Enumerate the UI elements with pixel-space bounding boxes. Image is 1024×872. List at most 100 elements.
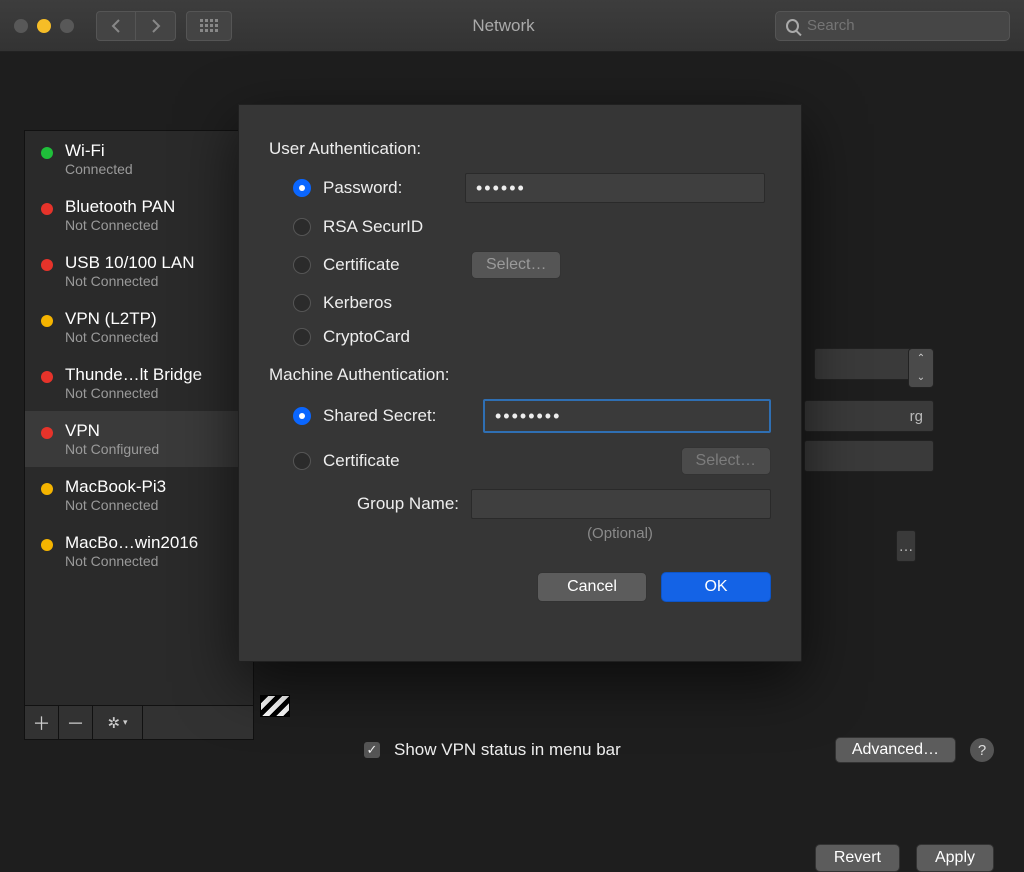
service-name: VPN (L2TP) — [65, 309, 158, 329]
ok-button[interactable]: OK — [661, 572, 771, 602]
service-name: Wi-Fi — [65, 141, 133, 161]
show-vpn-status-checkbox[interactable] — [364, 742, 380, 758]
show-vpn-status-label: Show VPN status in menu bar — [394, 740, 821, 760]
radio-machine-certificate[interactable] — [293, 452, 311, 470]
auth-settings-sheet: User Authentication: Password: RSA Secur… — [238, 104, 802, 662]
search-icon — [786, 19, 799, 33]
radio-password-label: Password: — [323, 178, 453, 198]
revert-button[interactable]: Revert — [815, 844, 900, 872]
radio-cert-row[interactable]: Certificate Select… — [293, 251, 771, 279]
status-dot — [41, 483, 53, 495]
lock-stripe-icon — [259, 690, 291, 722]
status-dot — [41, 147, 53, 159]
sidebar-item-macbook-pi3[interactable]: MacBook-Pi3Not Connected — [25, 467, 253, 523]
service-name: USB 10/100 LAN — [65, 253, 194, 273]
shared-secret-field[interactable] — [483, 399, 771, 433]
radio-shared-row[interactable]: Shared Secret: — [293, 399, 771, 433]
advanced-button[interactable]: Advanced… — [835, 737, 956, 763]
machine-cert-select-button[interactable]: Select… — [681, 447, 771, 475]
remove-service-button[interactable]: － — [59, 706, 93, 739]
bg-server-field[interactable]: rg — [804, 400, 934, 432]
titlebar: Network — [0, 0, 1024, 52]
radio-machine-certificate-label: Certificate — [323, 451, 663, 471]
back-button[interactable] — [96, 11, 136, 41]
radio-password-row[interactable]: Password: — [293, 173, 771, 203]
sidebar-footer: ＋ － ✲▾ — [25, 705, 253, 739]
bg-account-field[interactable] — [804, 440, 934, 472]
radio-kerberos-row[interactable]: Kerberos — [293, 293, 771, 313]
radio-shared-secret-label: Shared Secret: — [323, 406, 471, 426]
help-button[interactable]: ? — [970, 738, 994, 762]
gear-icon: ✲ — [107, 714, 120, 732]
nav-group — [96, 11, 176, 41]
bg-server-suffix: rg — [910, 408, 923, 425]
radio-machine-cert-row[interactable]: Certificate Select… — [293, 447, 771, 475]
radio-cryptocard-label: CryptoCard — [323, 327, 453, 347]
bg-stepper[interactable]: ⌃⌄ — [908, 348, 934, 388]
radio-password[interactable] — [293, 179, 311, 197]
status-dot — [41, 203, 53, 215]
service-status: Not Connected — [65, 273, 194, 289]
zoom-window-dot[interactable] — [60, 19, 74, 33]
group-name-row: Group Name: — [329, 489, 771, 519]
service-name: MacBook-Pi3 — [65, 477, 166, 497]
sidebar-item-wi-fi[interactable]: Wi-FiConnected — [25, 131, 253, 187]
status-dot — [41, 259, 53, 271]
apply-button[interactable]: Apply — [916, 844, 994, 872]
radio-kerberos[interactable] — [293, 294, 311, 312]
machine-auth-heading: Machine Authentication: — [269, 365, 771, 385]
service-actions-menu[interactable]: ✲▾ — [93, 706, 143, 739]
sidebar-item-vpn-l2tp-[interactable]: VPN (L2TP)Not Connected — [25, 299, 253, 355]
add-service-button[interactable]: ＋ — [25, 706, 59, 739]
status-dot — [41, 371, 53, 383]
service-status: Not Connected — [65, 385, 202, 401]
sidebar-item-vpn[interactable]: VPNNot Configured — [25, 411, 253, 467]
status-dot — [41, 427, 53, 439]
radio-user-certificate[interactable] — [293, 256, 311, 274]
window-controls — [14, 19, 74, 33]
user-cert-select-button[interactable]: Select… — [471, 251, 561, 279]
bg-ellipsis-button[interactable]: … — [896, 530, 916, 562]
service-sidebar: Wi-FiConnectedBluetooth PANNot Connected… — [24, 130, 254, 740]
group-name-optional-hint: (Optional) — [469, 525, 771, 542]
sidebar-item-thunde-lt-bridge[interactable]: Thunde…lt BridgeNot Connected — [25, 355, 253, 411]
radio-user-certificate-label: Certificate — [323, 255, 453, 275]
radio-cryptocard[interactable] — [293, 328, 311, 346]
group-name-label: Group Name: — [329, 494, 459, 514]
cancel-button[interactable]: Cancel — [537, 572, 647, 602]
service-status: Connected — [65, 161, 133, 177]
service-status: Not Connected — [65, 553, 198, 569]
service-name: MacBo…win2016 — [65, 533, 198, 553]
radio-securid[interactable] — [293, 218, 311, 236]
sidebar-item-usb-10-100-lan[interactable]: USB 10/100 LANNot Connected — [25, 243, 253, 299]
radio-kerberos-label: Kerberos — [323, 293, 453, 313]
apply-revert-row: Revert Apply — [815, 844, 994, 872]
service-status: Not Connected — [65, 497, 166, 513]
chevron-down-icon: ▾ — [123, 717, 128, 728]
minimize-window-dot[interactable] — [37, 19, 51, 33]
service-name: VPN — [65, 421, 159, 441]
window-title: Network — [242, 16, 765, 36]
pane-footer: Show VPN status in menu bar Advanced… ? — [330, 737, 994, 763]
forward-button[interactable] — [136, 11, 176, 41]
radio-cryptocard-row[interactable]: CryptoCard — [293, 327, 771, 347]
sheet-button-row: Cancel OK — [269, 572, 771, 602]
service-name: Thunde…lt Bridge — [65, 365, 202, 385]
service-name: Bluetooth PAN — [65, 197, 175, 217]
service-status: Not Connected — [65, 217, 175, 233]
status-dot — [41, 539, 53, 551]
status-dot — [41, 315, 53, 327]
search-input[interactable] — [807, 17, 999, 34]
sidebar-item-bluetooth-pan[interactable]: Bluetooth PANNot Connected — [25, 187, 253, 243]
service-list: Wi-FiConnectedBluetooth PANNot Connected… — [25, 131, 253, 705]
search-field-wrap[interactable] — [775, 11, 1010, 41]
group-name-field[interactable] — [471, 489, 771, 519]
radio-shared-secret[interactable] — [293, 407, 311, 425]
service-status: Not Configured — [65, 441, 159, 457]
close-window-dot[interactable] — [14, 19, 28, 33]
password-field[interactable] — [465, 173, 765, 203]
service-status: Not Connected — [65, 329, 158, 345]
show-all-prefs-button[interactable] — [186, 11, 232, 41]
sidebar-item-macbo-win2016[interactable]: MacBo…win2016Not Connected — [25, 523, 253, 579]
radio-securid-row[interactable]: RSA SecurID — [293, 217, 771, 237]
